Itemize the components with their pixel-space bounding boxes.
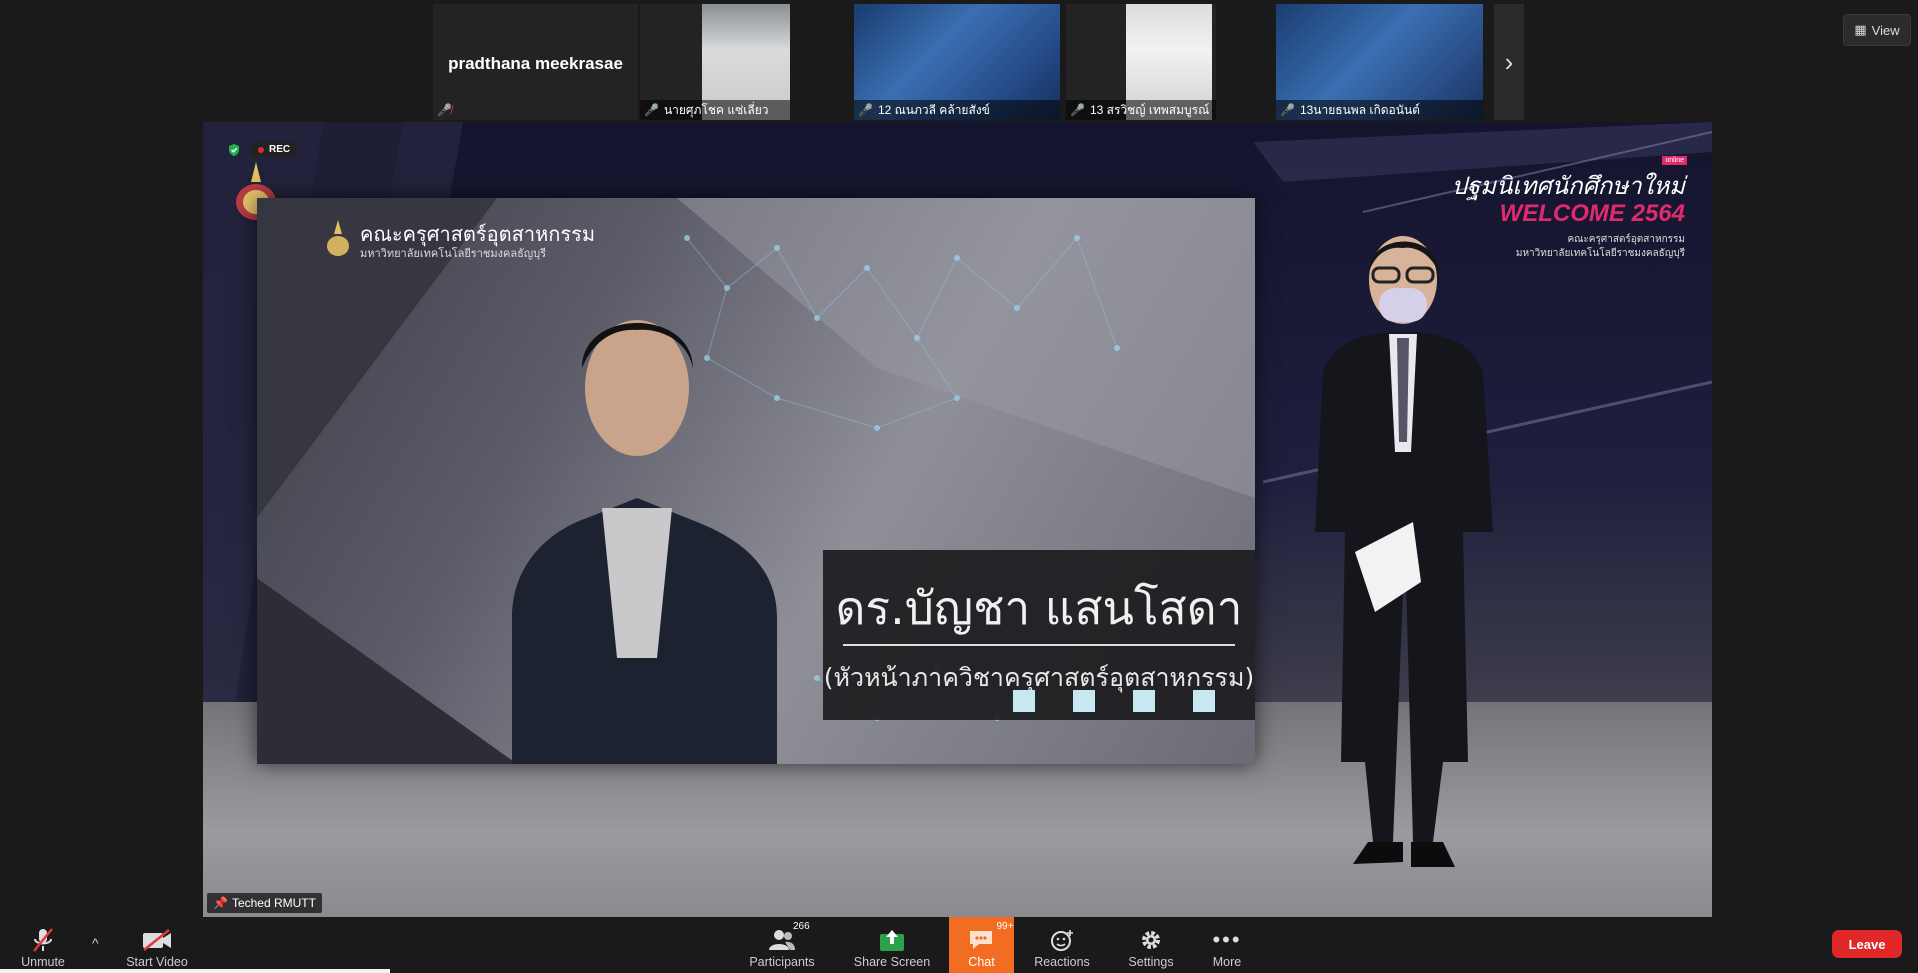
settings-label: Settings [1128,955,1174,969]
participant-tile[interactable]: 🎤 นายศุภโชค แซ่เลี่ยว [640,4,790,120]
grid-icon: ▦ [1854,22,1867,37]
pin-icon: 📌 [213,896,228,910]
unmute-label: Unmute [21,955,65,969]
audio-options-chevron-icon[interactable]: ^ [92,935,99,951]
muted-mic-icon: 🎤 [1280,103,1295,117]
participants-icon: 266 [767,921,810,955]
participant-tile[interactable]: 🎤 13 สรวิชญ์ เทพสมบูรณ์ [1066,4,1216,120]
online-tag: online [1662,156,1687,165]
participant-tile[interactable]: pradthana meekrasae 🎤̸ [433,4,638,120]
view-button[interactable]: ▦ View [1843,14,1911,46]
muted-microphone-icon [31,925,55,955]
square [1073,690,1095,712]
participant-label: 🎤 นายศุภโชค แซ่เลี่ยว [640,100,790,120]
participant-name: 12 ณนภวลี คล้ายสังข์ [877,103,990,117]
participant-name: pradthana meekrasae [448,54,623,73]
muted-mic-icon: 🎤 [858,103,873,117]
rec-label: REC [269,144,291,155]
record-dot-icon [258,146,264,153]
chat-label: Chat [968,955,995,969]
square [1193,690,1215,712]
participant-tile[interactable]: 🎤 13นายธนพล เกิดอนันต์ [1276,4,1483,120]
share-screen-label: Share Screen [853,955,931,969]
faculty-subtitle: มหาวิทยาลัยเทคโนโลยีราชมงคลธัญบุรี [360,248,547,260]
unmute-button[interactable]: Unmute [14,917,72,973]
participant-label: 🎤̸ [433,100,638,120]
share-screen-button[interactable]: Share Screen [852,917,932,973]
start-video-label: Start Video [126,955,188,969]
faculty-logo-icon [327,220,349,256]
settings-button[interactable]: Settings [1124,917,1178,973]
participant-strip: pradthana meekrasae 🎤̸ 🎤 นายศุภโชค แซ่เลี… [0,0,1918,122]
muted-mic-icon: 🎤 [644,103,659,117]
event-faculty: คณะครุศาสตร์อุตสาหกรรม [1567,234,1685,245]
participant-name: 13นายธนพล เกิดอนันต์ [1299,103,1420,117]
participant-label: 🎤 13 สรวิชญ์ เทพสมบูรณ์ [1066,100,1216,120]
progress-indicator [0,969,390,973]
presentation-panel: คณะครุศาสตร์อุตสาหกรรม มหาวิทยาลัยเทคโนโ… [257,198,1255,764]
participants-count: 266 [793,921,810,932]
chat-badge: 99+ [996,921,1014,932]
gear-icon [1139,925,1163,955]
start-video-button[interactable]: Start Video [120,917,194,973]
share-screen-icon [878,925,906,955]
reactions-label: Reactions [1034,955,1090,969]
participant-name: 13 สรวิชญ์ เทพสมบูรณ์ [1089,103,1210,117]
participants-button[interactable]: 266 Participants [746,917,818,973]
more-dots-icon: ••• [1212,927,1242,952]
speaker-name: ดร.บัญชา แสนโสดา [835,581,1243,635]
chat-button[interactable]: 99+ Chat [949,917,1014,973]
square [1013,690,1035,712]
more-label: More [1212,955,1242,969]
meeting-toolbar: Unmute ^ Start Video 266 Participants Sh… [0,917,1918,973]
active-speaker-label: 📌 Teched RMUTT [207,893,322,913]
more-button[interactable]: ••• More [1205,917,1249,973]
muted-mic-icon: 🎤 [1070,103,1085,117]
muted-mic-icon: 🎤̸ [437,103,452,117]
leave-button[interactable]: Leave [1832,930,1902,958]
view-label: View [1871,22,1900,38]
chat-bubble-icon: 99+ [967,921,1013,955]
participants-label: Participants [749,955,815,969]
encryption-shield-icon[interactable] [227,143,241,157]
smiley-plus-icon [1049,925,1075,955]
participant-tile[interactable]: 🎤 12 ณนภวลี คล้ายสังข์ [854,4,1060,120]
recording-badge[interactable]: REC [251,142,298,157]
next-page-arrow-icon[interactable]: › [1494,4,1524,120]
decorative-squares [1013,690,1215,712]
presenter-figure [1315,236,1493,867]
participant-name: นายศุภโชค แซ่เลี่ยว [663,103,769,117]
participant-label: 🎤 12 ณนภวลี คล้ายสังข์ [854,100,1060,120]
event-subtitle: WELCOME 2564 [1499,200,1685,227]
name-divider [843,644,1235,646]
main-video: REC คณะครุศาสตร์อุตสาหกรรม มหาวิทยาลัยเท… [203,122,1712,917]
participant-label: 🎤 13นายธนพล เกิดอนันต์ [1276,100,1483,120]
square [1133,690,1155,712]
reactions-button[interactable]: Reactions [1031,917,1093,973]
event-university: มหาวิทยาลัยเทคโนโลยีราชมงคลธัญบุรี [1515,248,1685,259]
meeting-badges: REC [227,142,298,157]
video-off-icon [141,925,173,955]
active-speaker-name: Teched RMUTT [231,896,316,910]
